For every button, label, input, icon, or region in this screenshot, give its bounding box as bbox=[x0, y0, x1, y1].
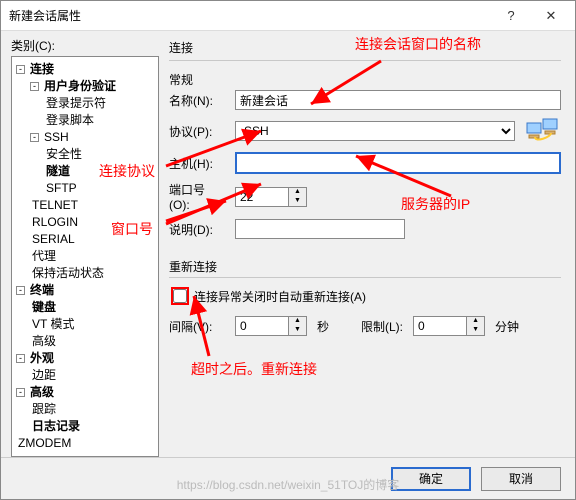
tree-login-prompt[interactable]: 登录提示符 bbox=[44, 95, 108, 112]
auto-reconnect-label: 连接异常关闭时自动重新连接(A) bbox=[194, 288, 366, 305]
host-label: 主机(H): bbox=[169, 155, 225, 172]
spin-down-icon[interactable]: ▼ bbox=[289, 326, 306, 335]
interval-spinner[interactable]: ▲▼ bbox=[235, 316, 307, 336]
host-input[interactable] bbox=[235, 152, 561, 174]
reconnect-section-title: 重新连接 bbox=[169, 258, 561, 275]
seconds-label: 秒 bbox=[317, 318, 329, 335]
tree-proxy[interactable]: 代理 bbox=[30, 248, 58, 265]
port-label: 端口号(O): bbox=[169, 181, 225, 212]
desc-label: 说明(D): bbox=[169, 221, 225, 238]
expand-icon[interactable]: - bbox=[16, 388, 25, 397]
dialog-body: 类别(C): -连接 -用户身份验证 登录提示符 登录脚本 -SSH bbox=[1, 31, 575, 457]
general-label: 常规 bbox=[169, 71, 561, 88]
tree-tunnel[interactable]: 隧道 bbox=[44, 163, 72, 180]
tree-rlogin[interactable]: RLOGIN bbox=[30, 214, 80, 231]
tree-connection[interactable]: 连接 bbox=[28, 61, 56, 78]
tree-margin[interactable]: 边距 bbox=[30, 367, 58, 384]
dialog: 新建会话属性 ? ✕ 类别(C): -连接 -用户身份验证 登录提示符 登录脚本 bbox=[0, 0, 576, 500]
cancel-button[interactable]: 取消 bbox=[481, 467, 561, 491]
auto-reconnect-checkbox[interactable] bbox=[173, 289, 187, 303]
name-label: 名称(N): bbox=[169, 92, 225, 109]
tree-keyboard[interactable]: 键盘 bbox=[30, 299, 58, 316]
spin-up-icon[interactable]: ▲ bbox=[467, 317, 484, 326]
desc-input[interactable] bbox=[235, 219, 405, 239]
tree-telnet[interactable]: TELNET bbox=[30, 197, 80, 214]
expand-icon[interactable]: - bbox=[16, 286, 25, 295]
tree-appearance[interactable]: 外观 bbox=[28, 350, 56, 367]
right-column: 连接 常规 名称(N): 协议(P): SSH bbox=[165, 37, 565, 457]
tree-advanced-term[interactable]: 高级 bbox=[30, 333, 58, 350]
protocol-select[interactable]: SSH bbox=[235, 121, 515, 141]
spin-down-icon[interactable]: ▼ bbox=[467, 326, 484, 335]
watermark: https://blog.csdn.net/weixin_51TOJ的博客 bbox=[177, 476, 400, 493]
interval-label: 间隔(V): bbox=[169, 318, 225, 335]
tree-terminal[interactable]: 终端 bbox=[28, 282, 56, 299]
connection-icon bbox=[525, 117, 561, 145]
divider bbox=[169, 60, 561, 61]
spin-down-icon[interactable]: ▼ bbox=[289, 197, 306, 206]
expand-icon[interactable]: - bbox=[30, 82, 39, 91]
tree-zmodem[interactable]: ZMODEM bbox=[16, 435, 73, 452]
titlebar: 新建会话属性 ? ✕ bbox=[1, 1, 575, 31]
tree-keepalive[interactable]: 保持活动状态 bbox=[30, 265, 106, 282]
close-button[interactable]: ✕ bbox=[531, 2, 571, 30]
section-connect-title: 连接 bbox=[169, 39, 561, 56]
tree-sftp[interactable]: SFTP bbox=[44, 180, 79, 197]
tree-trace[interactable]: 跟踪 bbox=[30, 401, 58, 418]
name-input[interactable] bbox=[235, 90, 561, 110]
interval-input[interactable] bbox=[236, 317, 288, 335]
expand-icon[interactable]: - bbox=[30, 133, 39, 142]
category-label: 类别(C): bbox=[11, 37, 159, 54]
tree-serial[interactable]: SERIAL bbox=[30, 231, 77, 248]
help-button[interactable]: ? bbox=[491, 2, 531, 30]
tree-auth[interactable]: 用户身份验证 bbox=[42, 78, 118, 95]
left-column: 类别(C): -连接 -用户身份验证 登录提示符 登录脚本 -SSH bbox=[11, 37, 159, 457]
tree-vtmode[interactable]: VT 模式 bbox=[30, 316, 76, 333]
expand-icon[interactable]: - bbox=[16, 354, 25, 363]
spin-up-icon[interactable]: ▲ bbox=[289, 188, 306, 197]
tree-advanced[interactable]: 高级 bbox=[28, 384, 56, 401]
port-spinner[interactable]: ▲▼ bbox=[235, 187, 307, 207]
window-title: 新建会话属性 bbox=[9, 7, 491, 24]
ok-button[interactable]: 确定 bbox=[391, 467, 471, 491]
limit-label: 限制(L): bbox=[361, 318, 403, 335]
tree-security[interactable]: 安全性 bbox=[44, 146, 84, 163]
divider bbox=[169, 277, 561, 278]
minutes-label: 分钟 bbox=[495, 318, 519, 335]
spin-up-icon[interactable]: ▲ bbox=[289, 317, 306, 326]
category-tree[interactable]: -连接 -用户身份验证 登录提示符 登录脚本 -SSH 安全性 bbox=[11, 56, 159, 457]
protocol-label: 协议(P): bbox=[169, 123, 225, 140]
expand-icon[interactable]: - bbox=[16, 65, 25, 74]
limit-spinner[interactable]: ▲▼ bbox=[413, 316, 485, 336]
tree-login-script[interactable]: 登录脚本 bbox=[44, 112, 96, 129]
tree-logging[interactable]: 日志记录 bbox=[30, 418, 82, 435]
tree-ssh[interactable]: SSH bbox=[42, 129, 71, 146]
port-input[interactable] bbox=[236, 188, 288, 206]
limit-input[interactable] bbox=[414, 317, 466, 335]
